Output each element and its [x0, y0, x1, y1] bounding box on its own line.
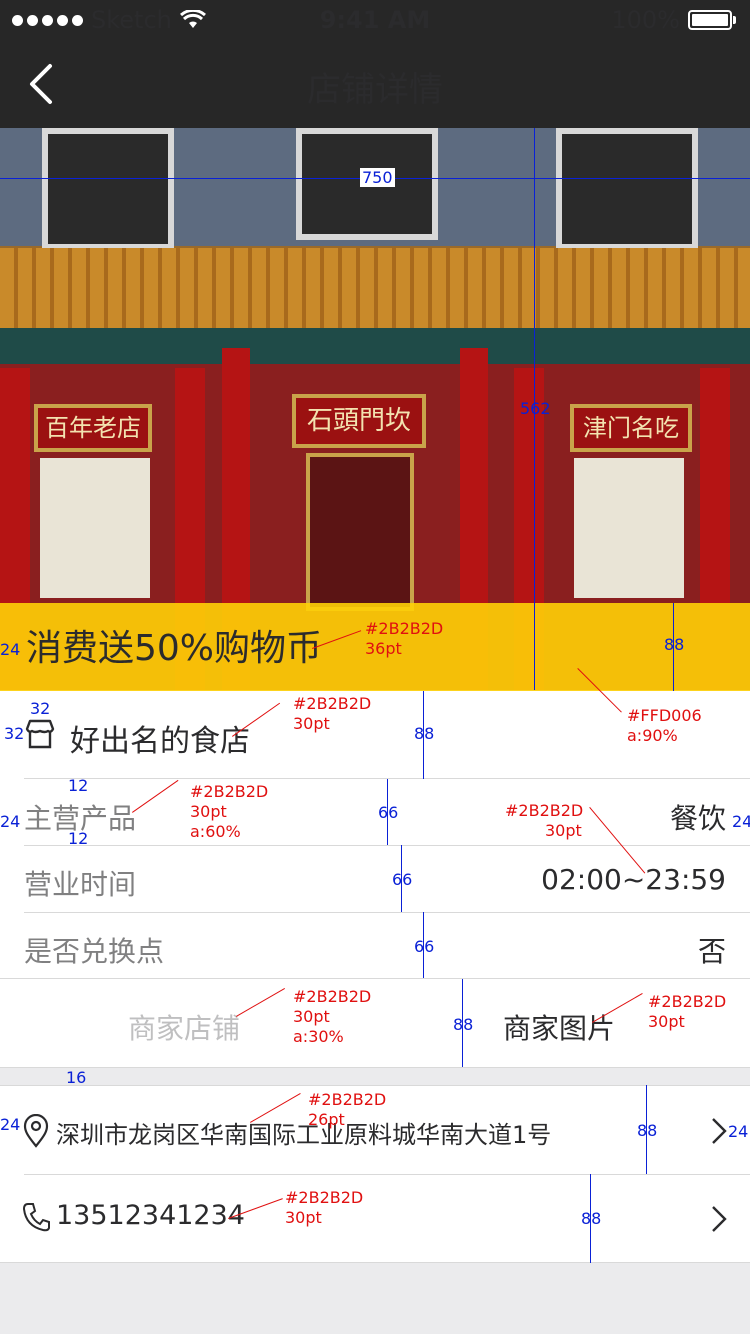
info-label-hours: 营业时间: [24, 868, 137, 901]
dim-address-height: 88: [637, 1121, 658, 1140]
ann-tab-right: #2B2B2D 30pt: [648, 992, 727, 1031]
dim-row-height: 66: [414, 937, 435, 956]
tab-shop[interactable]: 商家店铺: [128, 1007, 240, 1047]
dim-phone-height: 88: [581, 1209, 602, 1228]
info-label-exchange: 是否兑换点: [24, 935, 165, 968]
dim-left-margin: 24: [0, 1115, 21, 1134]
ann-yellow: #FFD006 a:90%: [627, 706, 702, 745]
dim-right-margin: 24: [728, 1122, 749, 1141]
dim-gap: 16: [66, 1068, 87, 1087]
ann-shop-name: #2B2B2D 30pt: [293, 694, 372, 733]
dim-photo-height: 562: [520, 399, 551, 418]
info-value-exchange: 否: [697, 935, 726, 968]
phone-number[interactable]: 13512341234: [56, 1200, 245, 1231]
ann-label: #2B2B2D 30pt a:60%: [190, 782, 269, 841]
location-pin-icon: [23, 1114, 49, 1148]
dim-shop-row-height: 88: [414, 724, 435, 743]
dim-left-margin: 24: [0, 812, 21, 831]
shop-door: [306, 453, 414, 611]
dim-right-margin: 24: [732, 812, 750, 831]
info-value-main-product: 餐饮: [669, 802, 726, 835]
dim-row-height: 66: [378, 803, 399, 822]
dim-icon-size: 32: [4, 724, 25, 743]
sign-left: 百年老店: [34, 404, 152, 452]
chevron-right-icon[interactable]: [710, 1205, 728, 1233]
page-title: 店铺详情: [307, 70, 443, 110]
dim-padding: 12: [68, 829, 89, 848]
ann-promo-color: #2B2B2D 36pt: [365, 619, 444, 658]
dim-width: 750: [360, 168, 395, 187]
phone-icon: [22, 1203, 50, 1232]
dim-row-height: 66: [392, 870, 413, 889]
tab-photos[interactable]: 商家图片: [503, 1007, 615, 1047]
dim-tab-height: 88: [453, 1015, 474, 1034]
battery-icon: [688, 10, 732, 30]
tab-bar: [0, 979, 750, 1067]
ann-tab-left: #2B2B2D 30pt a:30%: [293, 987, 372, 1046]
status-battery: 100%: [611, 6, 736, 34]
address-text[interactable]: 深圳市龙岗区华南国际工业原料城华南大道1号: [56, 1115, 551, 1150]
dim-padding: 12: [68, 776, 89, 795]
info-value-hours: 02:00~23:59: [541, 863, 726, 896]
shop-name: 好出名的食店: [70, 724, 250, 759]
dim-promo-margin: 24: [0, 640, 21, 659]
dim-icon-size: 32: [30, 699, 51, 718]
sign-main: 石頭門坎: [292, 394, 426, 448]
promo-text: 消费送50%购物币: [26, 628, 323, 669]
ann-value: #2B2B2D 30pt: [505, 801, 584, 840]
dim-promo-height: 88: [664, 635, 685, 654]
store-icon: [25, 719, 55, 749]
battery-percent: 100%: [611, 6, 680, 34]
sign-right: 津门名吃: [570, 404, 692, 452]
ann-address: #2B2B2D 26pt: [308, 1090, 387, 1129]
chevron-right-icon[interactable]: [710, 1117, 728, 1145]
ann-phone: #2B2B2D 30pt: [285, 1188, 364, 1227]
